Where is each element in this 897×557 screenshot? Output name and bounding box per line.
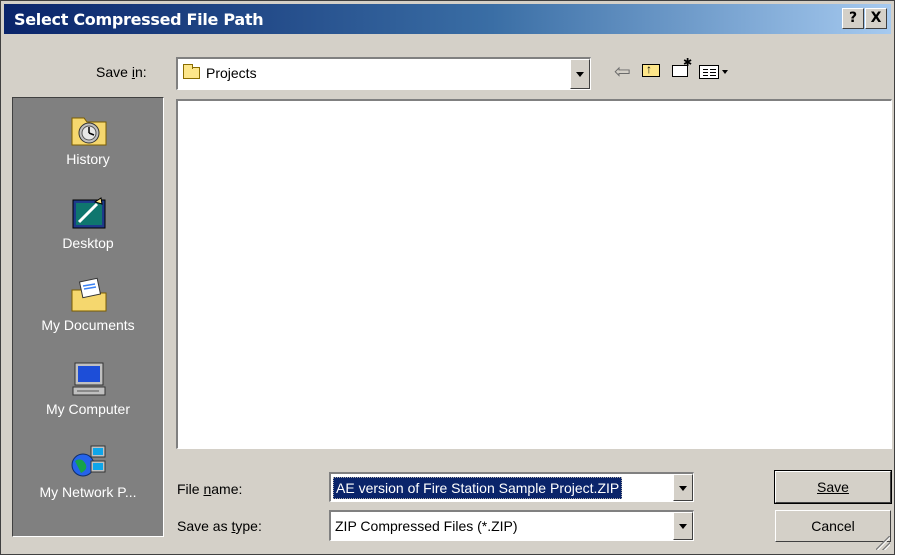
save-as-type-dropdown[interactable]: ZIP Compressed Files (*.ZIP) [329, 510, 694, 541]
places-bar: History Desktop My Documents My Computer… [12, 97, 164, 537]
help-button[interactable]: ? [842, 8, 864, 29]
caret-down-icon [722, 70, 728, 74]
my-computer-icon [72, 362, 106, 396]
place-label-my-documents: My Documents [41, 317, 135, 333]
back-icon[interactable]: ⇦ [614, 59, 631, 83]
details-view-icon [699, 65, 719, 79]
window-title: Select Compressed File Path [14, 10, 264, 29]
save-in-label: Save in: [96, 64, 147, 80]
place-label-my-computer: My Computer [45, 401, 131, 417]
place-my-computer[interactable]: My Computer [13, 348, 163, 430]
desktop-icon [72, 197, 106, 229]
place-label-desktop: Desktop [62, 235, 114, 251]
up-one-level-icon[interactable] [642, 62, 660, 77]
place-my-documents[interactable]: My Documents [13, 264, 163, 346]
close-button[interactable]: X [865, 8, 887, 29]
history-icon [71, 117, 107, 146]
title-bar: Select Compressed File Path ? X [4, 4, 891, 34]
chevron-down-icon[interactable] [673, 512, 693, 540]
place-history[interactable]: History [13, 98, 163, 180]
save-button[interactable]: Save [774, 470, 892, 504]
new-folder-icon[interactable] [672, 56, 692, 77]
file-name-input[interactable]: AE version of Fire Station Sample Projec… [333, 477, 623, 499]
my-network-places-icon [71, 445, 106, 477]
chevron-down-icon[interactable] [673, 474, 693, 501]
save-in-dropdown[interactable]: Projects [176, 57, 591, 90]
chevron-down-icon[interactable] [570, 59, 590, 89]
file-list[interactable] [176, 99, 892, 449]
save-as-type-value: ZIP Compressed Files (*.ZIP) [335, 518, 518, 534]
cancel-button[interactable]: Cancel [775, 510, 891, 542]
place-desktop[interactable]: Desktop [13, 182, 163, 264]
file-name-field[interactable]: AE version of Fire Station Sample Projec… [329, 472, 694, 502]
place-label-history: History [66, 151, 110, 167]
save-as-type-label: Save as type: [177, 518, 262, 534]
folder-icon [183, 64, 200, 79]
my-documents-icon [71, 277, 107, 312]
place-my-network-places[interactable]: My Network P... [13, 431, 163, 513]
save-in-value: Projects [206, 65, 257, 81]
file-name-label: File name: [177, 481, 243, 497]
save-button-label: Save [817, 479, 849, 495]
place-label-my-network-places: My Network P... [39, 484, 137, 500]
save-dialog: Select Compressed File Path ? X Save in:… [0, 0, 895, 555]
view-menu-icon[interactable] [699, 64, 733, 86]
resize-grip[interactable] [876, 536, 890, 550]
